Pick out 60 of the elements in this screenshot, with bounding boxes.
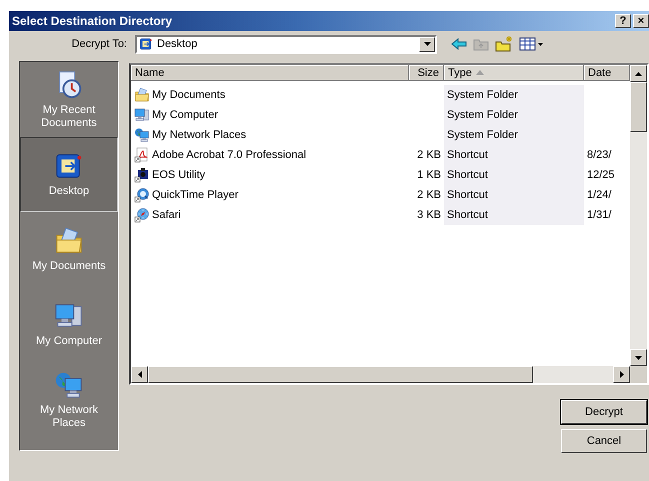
location-dropdown[interactable]: Desktop <box>135 34 437 54</box>
file-type: Shortcut <box>447 169 488 181</box>
file-name[interactable]: QuickTime Player <box>152 189 238 201</box>
pdf-shortcut-icon <box>134 147 150 163</box>
file-name[interactable]: Safari <box>152 209 181 221</box>
column-header[interactable]: Type <box>444 65 584 81</box>
network-computer-icon <box>134 127 150 143</box>
file-name[interactable]: Adobe Acrobat 7.0 Professional <box>152 149 306 161</box>
folder-icon <box>134 87 150 103</box>
places-item[interactable]: My Network Places <box>20 362 118 437</box>
vertical-scrollbar[interactable] <box>630 65 647 366</box>
scroll-up-icon[interactable] <box>635 72 642 76</box>
file-type: System Folder <box>447 109 518 121</box>
file-type: System Folder <box>447 89 518 101</box>
window-title: Select Destination Directory <box>12 14 174 28</box>
file-size: 2 KB <box>417 149 441 161</box>
view-menu-icon[interactable] <box>519 37 543 51</box>
help-button[interactable]: ? <box>615 14 631 28</box>
places-item[interactable]: Desktop <box>20 137 118 212</box>
file-date: 12/25 <box>587 169 615 181</box>
file-type: System Folder <box>447 129 518 141</box>
file-date: 8/23/ <box>587 149 612 161</box>
cancel-button[interactable]: Cancel <box>561 429 647 453</box>
file-size: 2 KB <box>417 189 441 201</box>
quicktime-shortcut-icon <box>134 187 150 203</box>
places-item[interactable]: My Recent Documents <box>20 62 118 137</box>
scroll-thumb[interactable] <box>630 82 647 132</box>
new-folder-icon[interactable] <box>495 36 513 52</box>
scroll-left-icon[interactable] <box>138 371 142 378</box>
back-arrow-icon[interactable] <box>451 38 467 50</box>
close-button[interactable]: × <box>633 14 649 28</box>
sort-arrow-icon <box>476 70 484 75</box>
file-size: 3 KB <box>417 209 441 221</box>
horizontal-scrollbar[interactable] <box>131 366 630 383</box>
column-header[interactable]: Date <box>584 65 630 81</box>
computer-icon <box>134 107 150 123</box>
places-item[interactable]: My Documents <box>20 212 118 287</box>
decrypt-button[interactable]: Decrypt <box>561 400 647 424</box>
file-name[interactable]: My Network Places <box>152 129 246 141</box>
file-type: Shortcut <box>447 209 488 221</box>
camera-shortcut-icon <box>134 167 150 183</box>
desktop-icon <box>139 37 153 51</box>
file-size: 1 KB <box>417 169 441 181</box>
file-name[interactable]: My Computer <box>152 109 218 121</box>
file-name[interactable]: EOS Utility <box>152 169 206 181</box>
column-header[interactable]: Size <box>409 65 444 81</box>
file-name[interactable]: My Documents <box>152 89 226 101</box>
scroll-right-icon[interactable] <box>620 371 624 378</box>
file-type: Shortcut <box>447 149 488 161</box>
scrollbar-corner <box>630 366 647 383</box>
places-item[interactable]: My Computer <box>20 287 118 362</box>
compass-shortcut-icon <box>134 207 150 223</box>
scroll-down-icon[interactable] <box>635 356 642 360</box>
location-label: Decrypt To: <box>70 38 127 50</box>
file-date: 1/24/ <box>587 189 612 201</box>
file-type: Shortcut <box>447 189 488 201</box>
dropdown-arrow-icon[interactable] <box>424 42 430 46</box>
scroll-thumb[interactable] <box>148 366 533 383</box>
file-date: 1/31/ <box>587 209 612 221</box>
column-header[interactable]: Name <box>131 65 409 81</box>
